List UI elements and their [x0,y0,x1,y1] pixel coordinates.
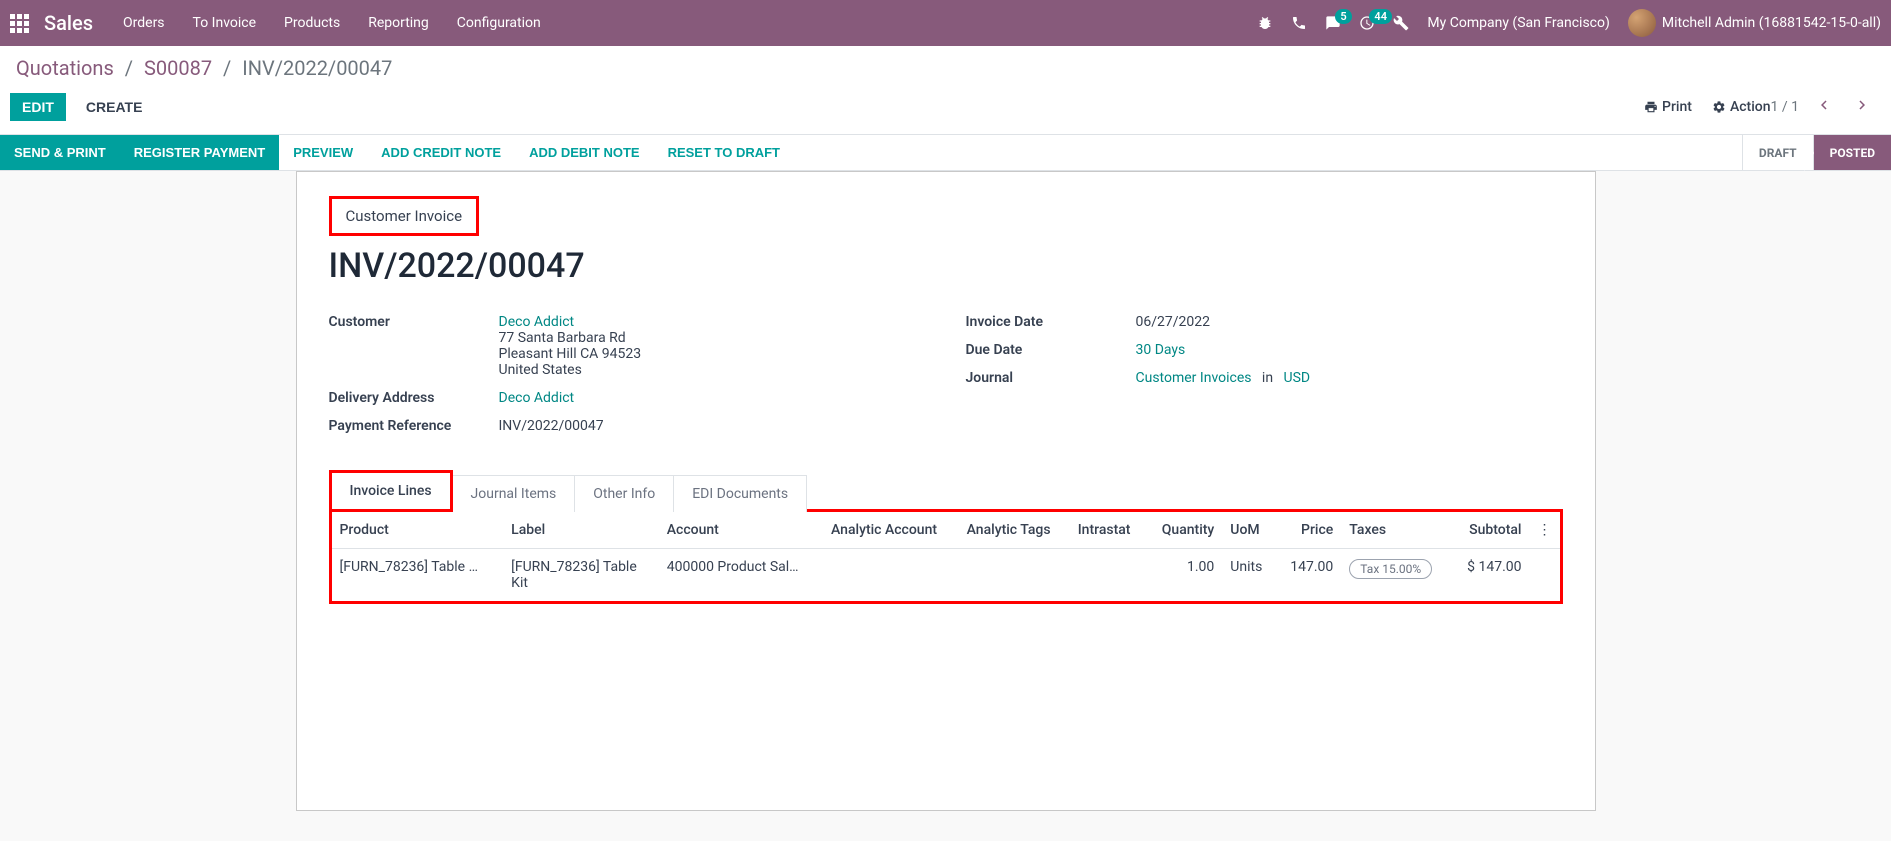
th-price[interactable]: Price [1276,512,1342,549]
cell-account: 400000 Product Sal… [667,559,807,575]
nav-to-invoice[interactable]: To Invoice [193,15,257,31]
control-panel: Quotations / S00087 / INV/2022/00047 EDI… [0,46,1891,135]
page-title: INV/2022/00047 [329,246,1563,286]
edit-button[interactable]: EDIT [10,93,66,121]
address-line-3: United States [499,362,582,378]
create-button[interactable]: CREATE [74,93,155,121]
action-button[interactable]: Action [1712,99,1771,115]
highlight-tab: Invoice Lines [329,470,453,512]
breadcrumb-root[interactable]: Quotations [16,56,114,80]
messages-icon[interactable]: 5 [1325,15,1341,31]
invoice-lines-table: Product Label Account Analytic Account A… [332,512,1560,601]
send-print-button[interactable]: SEND & PRINT [0,135,120,170]
preview-button[interactable]: PREVIEW [279,135,367,170]
status-bar: SEND & PRINT REGISTER PAYMENT PREVIEW AD… [0,135,1891,171]
th-intrastat[interactable]: Intrastat [1070,512,1146,549]
th-taxes[interactable]: Taxes [1341,512,1451,549]
tab-other-info[interactable]: Other Info [575,476,674,512]
th-subtotal[interactable]: Subtotal [1451,512,1529,549]
activities-icon[interactable]: 44 [1359,15,1375,31]
pager-count[interactable]: 1 / 1 [1771,99,1799,115]
nav-orders[interactable]: Orders [123,15,165,31]
th-product[interactable]: Product [332,512,504,549]
bug-icon[interactable] [1257,15,1273,31]
reset-to-draft-button[interactable]: RESET TO DRAFT [654,135,794,170]
th-analytic-tags[interactable]: Analytic Tags [959,512,1070,549]
due-date-label: Due Date [966,342,1136,358]
th-options[interactable]: ⋮ [1530,512,1560,549]
journal-in: in [1262,370,1273,386]
th-uom[interactable]: UoM [1222,512,1275,549]
th-quantity[interactable]: Quantity [1146,512,1222,549]
table-row[interactable]: [FURN_78236] Table … [FURN_78236] Table … [332,549,1560,602]
cell-subtotal: $ 147.00 [1451,549,1529,602]
journal-value[interactable]: Customer Invoices [1136,370,1252,386]
cell-price: 147.00 [1276,549,1342,602]
chevron-left-icon [1815,96,1833,114]
tab-journal-items[interactable]: Journal Items [453,476,576,512]
payment-reference-label: Payment Reference [329,418,499,434]
th-analytic-account[interactable]: Analytic Account [823,512,959,549]
breadcrumb-order[interactable]: S00087 [144,56,212,80]
nav-configuration[interactable]: Configuration [457,15,541,31]
nav-products[interactable]: Products [284,15,340,31]
app-brand[interactable]: Sales [44,11,93,35]
th-label[interactable]: Label [503,512,659,549]
form-sheet: Customer Invoice INV/2022/00047 Customer… [296,171,1596,811]
add-debit-note-button[interactable]: ADD DEBIT NOTE [515,135,654,170]
cell-label: [FURN_78236] Table Kit [503,549,659,602]
tab-invoice-lines[interactable]: Invoice Lines [332,473,450,509]
delivery-address-label: Delivery Address [329,390,499,406]
nav-reporting[interactable]: Reporting [368,15,429,31]
nav-menu: Orders To Invoice Products Reporting Con… [123,15,1257,31]
tools-icon[interactable] [1393,15,1409,31]
pager-next[interactable] [1849,92,1875,122]
th-account[interactable]: Account [659,512,823,549]
activities-badge: 44 [1369,9,1392,24]
messages-badge: 5 [1335,9,1351,24]
cell-quantity: 1.00 [1146,549,1222,602]
status-posted[interactable]: POSTED [1813,135,1891,170]
address-line-2: Pleasant Hill CA 94523 [499,346,642,362]
register-payment-button[interactable]: REGISTER PAYMENT [120,135,279,170]
status-draft[interactable]: DRAFT [1742,135,1813,170]
top-navbar: Sales Orders To Invoice Products Reporti… [0,0,1891,46]
delivery-address-link[interactable]: Deco Addict [499,390,575,406]
add-credit-note-button[interactable]: ADD CREDIT NOTE [367,135,515,170]
highlight-doc-type: Customer Invoice [329,196,480,236]
company-switcher[interactable]: My Company (San Francisco) [1427,15,1609,31]
invoice-date-value: 06/27/2022 [1136,314,1563,330]
payment-reference-value: INV/2022/00047 [499,418,926,434]
cell-taxes: Tax 15.00% [1349,559,1432,579]
breadcrumb-current: INV/2022/00047 [242,56,392,80]
doc-type-label: Customer Invoice [346,207,463,225]
due-date-value[interactable]: 30 Days [1136,342,1186,358]
cell-intrastat [1070,549,1146,602]
journal-currency[interactable]: USD [1283,370,1310,386]
journal-label: Journal [966,370,1136,386]
user-menu[interactable]: Mitchell Admin (16881542-15-0-all) [1628,9,1881,37]
phone-icon[interactable] [1291,15,1307,31]
address-line-1: 77 Santa Barbara Rd [499,330,626,346]
print-icon [1644,100,1658,114]
tab-edi-documents[interactable]: EDI Documents [674,476,806,512]
breadcrumb: Quotations / S00087 / INV/2022/00047 [16,56,1875,80]
cell-uom: Units [1222,549,1275,602]
customer-label: Customer [329,314,499,330]
highlight-table: Product Label Account Analytic Account A… [329,509,1563,604]
chevron-right-icon [1853,96,1871,114]
cell-product: [FURN_78236] Table … [340,559,480,575]
print-button[interactable]: Print [1644,99,1692,115]
customer-link[interactable]: Deco Addict [499,314,575,330]
cell-analytic-account [823,549,959,602]
cell-analytic-tags [959,549,1070,602]
apps-icon[interactable] [10,14,29,33]
avatar [1628,9,1656,37]
pager-prev[interactable] [1811,92,1837,122]
navbar-right: 5 44 My Company (San Francisco) Mitchell… [1257,9,1881,37]
invoice-date-label: Invoice Date [966,314,1136,330]
gear-icon [1712,100,1726,114]
